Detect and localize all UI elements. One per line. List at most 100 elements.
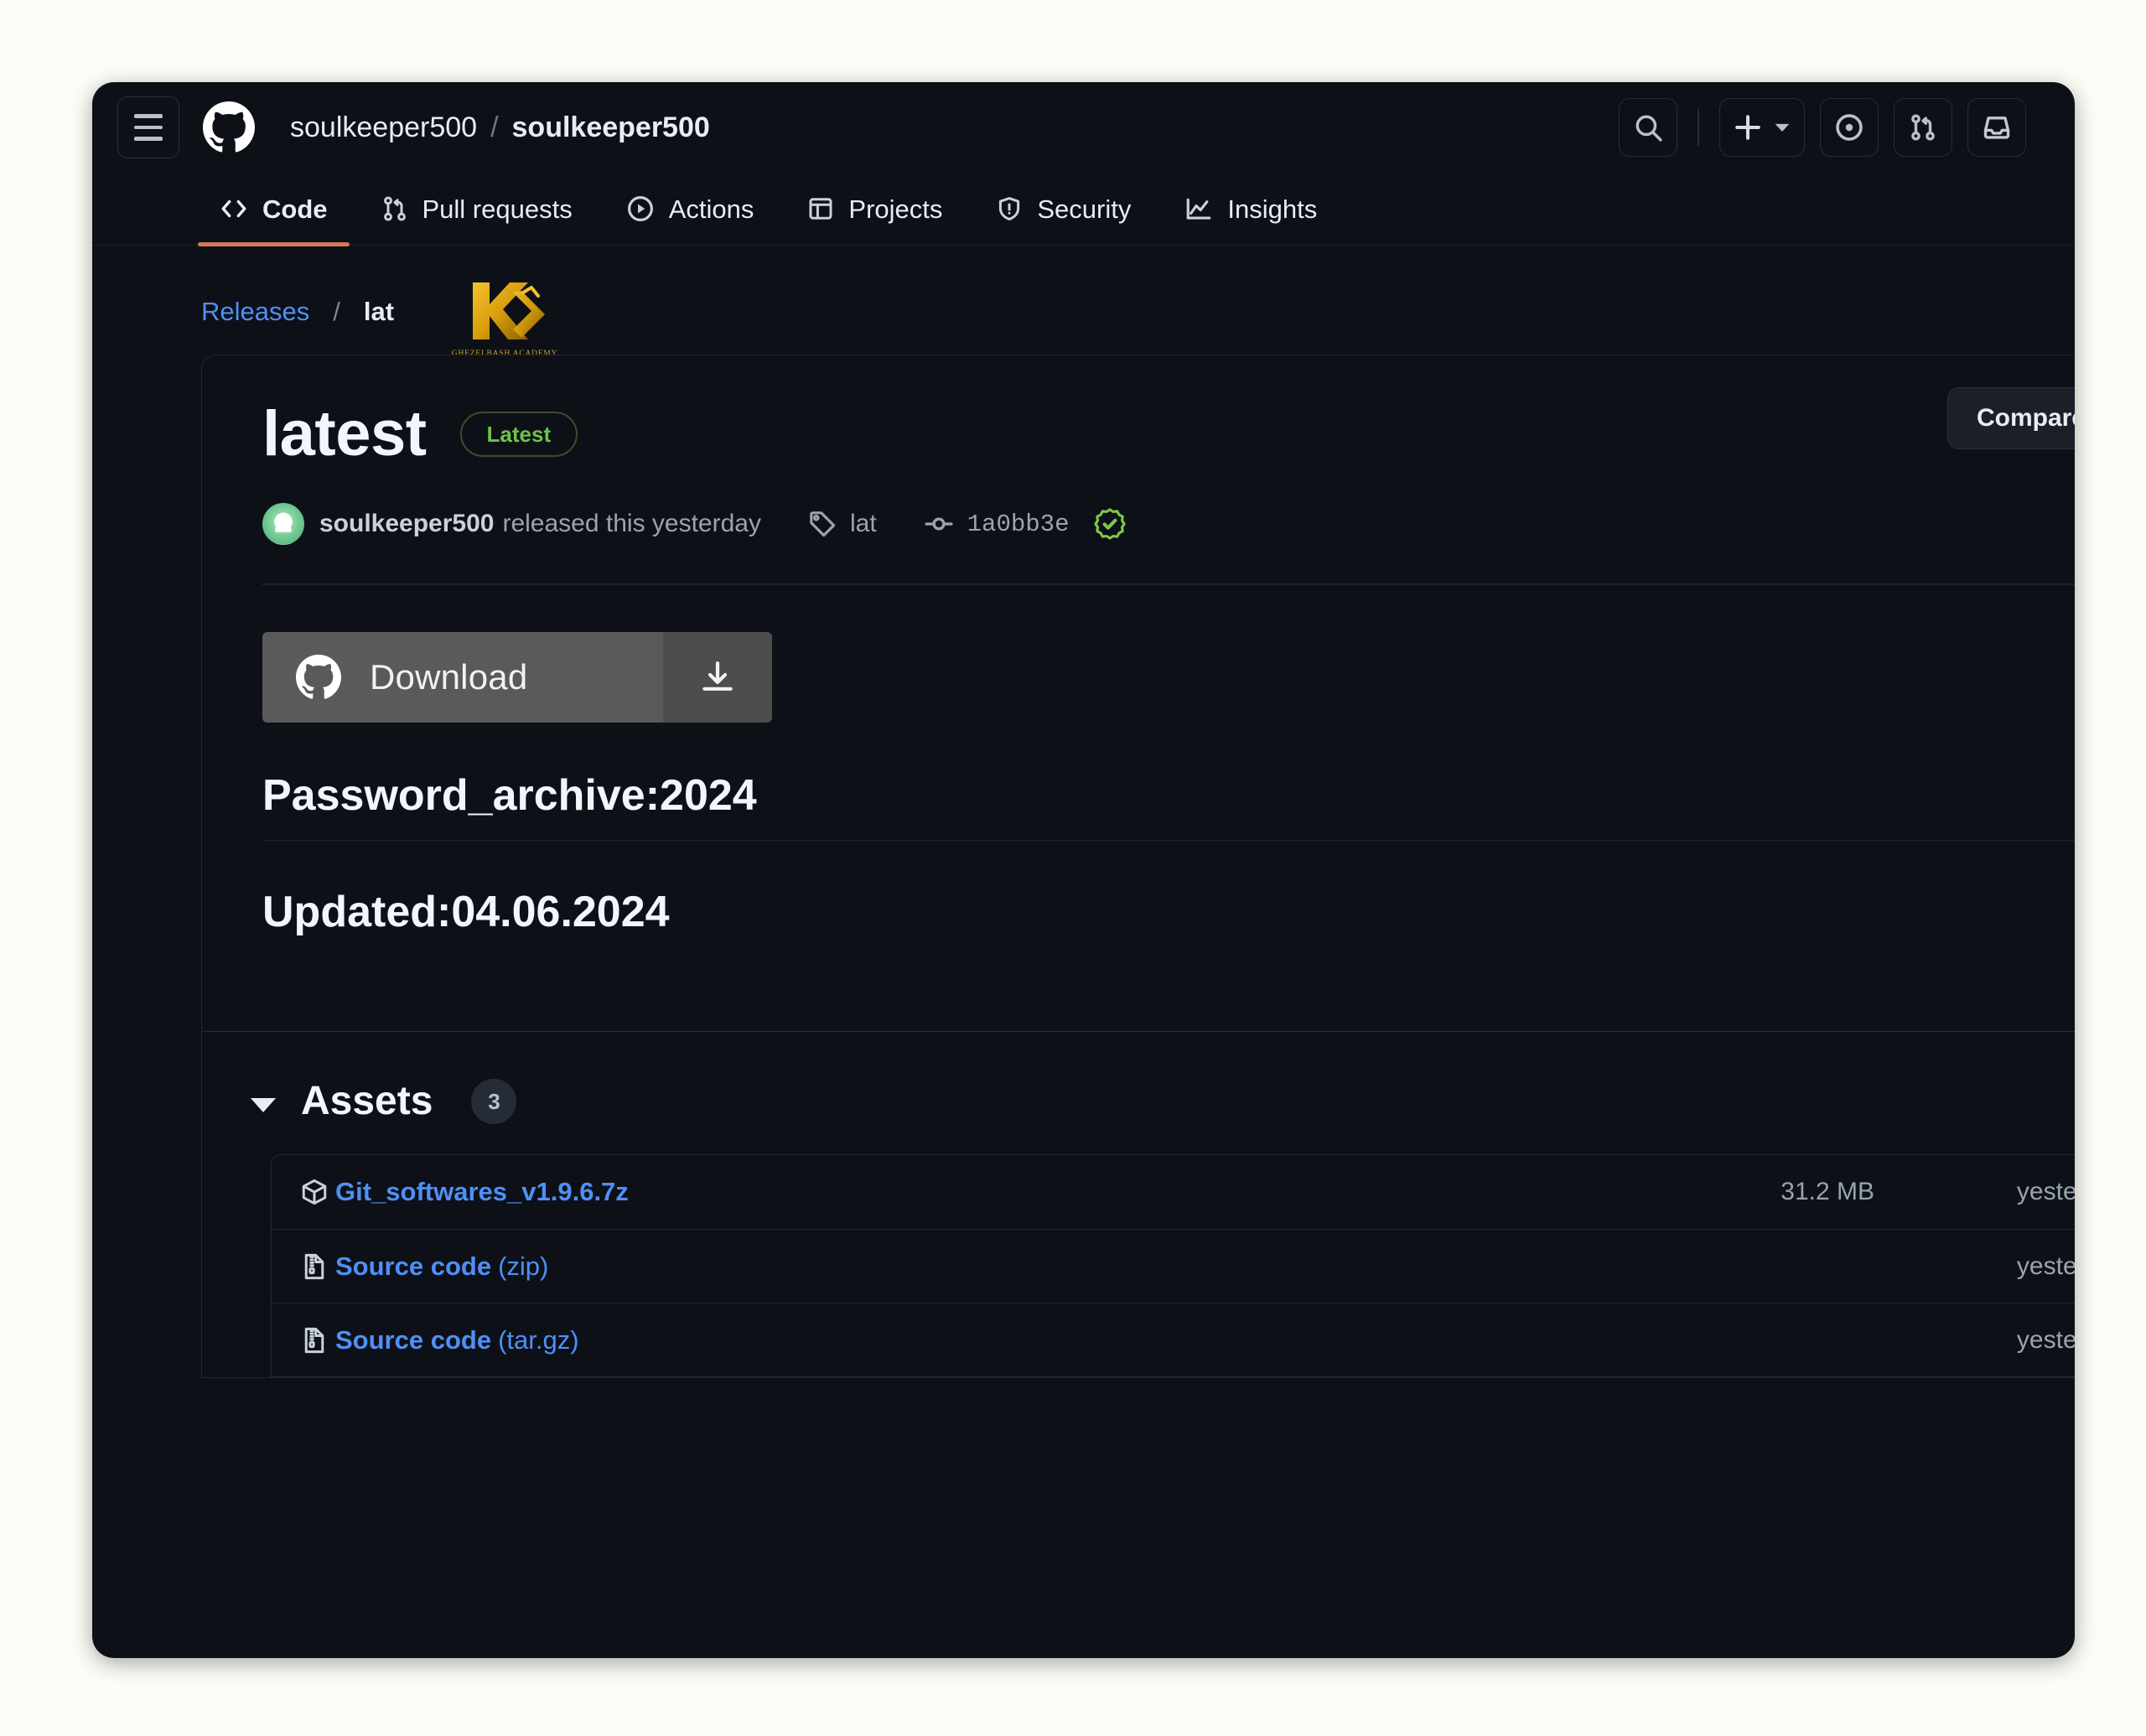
asset-name-label: Source code <box>335 1251 492 1281</box>
release-meta: ♟ soulkeeper500 released this yesterday … <box>262 466 2075 545</box>
asset-date: yesterday <box>2016 1251 2075 1280</box>
global-header: soulkeeper500 / soulkeeper500 <box>92 82 2075 173</box>
create-new-button[interactable] <box>1719 98 1805 157</box>
tab-security-label: Security <box>1037 194 1132 224</box>
issue-opened-icon <box>1834 112 1864 143</box>
search-button[interactable] <box>1619 98 1677 157</box>
release-body: Password_archive:2024 Updated:04.06.2024 <box>202 723 2075 957</box>
table-row[interactable]: Source code (tar.gz) yesterday <box>272 1303 2075 1376</box>
release-divider <box>262 583 2075 585</box>
release-published-text: released this yesterday <box>502 510 761 537</box>
release-header: latest Latest Compare ♟ soulkeeper500 re… <box>202 355 2075 585</box>
tab-code[interactable]: Code <box>193 173 355 246</box>
asset-name-label: Source code <box>335 1324 492 1355</box>
asset-link[interactable]: Source code (zip) <box>300 1251 548 1282</box>
breadcrumb: Releases / lat GHEZELBASH ACADEMY <box>92 246 2075 358</box>
repo-nav: Code Pull requests Actions Projects Secu… <box>92 173 2075 246</box>
tab-insights-label: Insights <box>1227 194 1318 224</box>
chevron-down-icon <box>1774 119 1791 136</box>
assets-header[interactable]: Assets 3 <box>251 1079 2075 1125</box>
latest-badge: Latest <box>459 412 578 457</box>
asset-link[interactable]: Git_softwares_v1.9.6.7z <box>300 1177 635 1207</box>
search-icon <box>1634 113 1662 142</box>
breadcrumb-separator: / <box>490 111 499 143</box>
asset-name-suffix: (tar.gz) <box>498 1324 579 1355</box>
asset-date: yesterday <box>2016 1178 2075 1206</box>
tab-projects-label: Projects <box>848 194 943 224</box>
release-title-row: latest Latest <box>262 402 2075 466</box>
github-logo-icon[interactable] <box>203 101 255 153</box>
assets-section: Assets 3 Git_softwares_v1.9.6.7z 31.2 MB… <box>202 1032 2075 1378</box>
hamburger-menu-icon[interactable] <box>117 96 179 158</box>
pull-requests-button[interactable] <box>1894 98 1952 157</box>
compare-button[interactable]: Compare <box>1946 387 2075 449</box>
assets-title: Assets <box>301 1079 433 1124</box>
release-tag-label: lat <box>849 510 877 537</box>
tag-icon <box>808 510 837 538</box>
code-icon <box>220 194 248 223</box>
ghezelbash-academy-logo: GHEZELBASH ACADEMY <box>452 271 557 363</box>
asset-name-suffix: (zip) <box>498 1251 549 1281</box>
tab-actions-label: Actions <box>668 194 754 224</box>
release-author[interactable]: soulkeeper500 <box>319 510 494 538</box>
breadcrumb-releases-link[interactable]: Releases <box>201 297 309 327</box>
heading-rule <box>262 839 2075 842</box>
breadcrumb-separator: / <box>333 297 340 326</box>
asset-date: yesterday <box>2016 1325 2075 1354</box>
release-commit[interactable]: 1a0bb3e <box>924 508 1127 540</box>
asset-link[interactable]: Source code (tar.gz) <box>300 1325 579 1355</box>
table-icon <box>807 195 834 222</box>
tab-security[interactable]: Security <box>969 173 1158 245</box>
download-section: Download <box>202 585 2075 723</box>
assets-list: Git_softwares_v1.9.6.7z 31.2 MB yesterda… <box>271 1154 2075 1378</box>
download-action-button[interactable] <box>663 631 772 723</box>
release-tag[interactable]: lat <box>808 510 877 538</box>
release-title: latest <box>262 398 427 469</box>
package-icon <box>300 1178 329 1206</box>
header-breadcrumb: soulkeeper500 / soulkeeper500 <box>290 111 710 144</box>
table-row[interactable]: Git_softwares_v1.9.6.7z 31.2 MB yesterda… <box>272 1155 2075 1229</box>
notifications-button[interactable] <box>1967 98 2026 157</box>
breadcrumb-repo[interactable]: soulkeeper500 <box>512 111 710 144</box>
graph-icon <box>1184 194 1213 223</box>
issues-button[interactable] <box>1820 98 1879 157</box>
git-pull-request-icon <box>1909 113 1937 142</box>
tab-insights[interactable]: Insights <box>1158 173 1344 245</box>
tab-code-label: Code <box>262 194 328 224</box>
git-pull-request-icon <box>381 195 408 222</box>
github-logo-icon <box>296 654 341 700</box>
file-zip-icon <box>300 1252 329 1281</box>
avatar[interactable]: ♟ <box>262 503 304 545</box>
header-actions <box>1619 98 2026 157</box>
tab-pull-requests-label: Pull requests <box>422 194 573 224</box>
browser-window: soulkeeper500 / soulkeeper500 Code Pull … <box>92 82 2075 1658</box>
file-zip-icon <box>300 1326 329 1355</box>
release-body-heading-2: Updated:04.06.2024 <box>262 888 670 937</box>
download-button-main[interactable]: Download <box>262 631 663 723</box>
tab-actions[interactable]: Actions <box>599 173 781 245</box>
tab-pull-requests[interactable]: Pull requests <box>355 173 599 245</box>
verified-check-icon <box>1094 508 1127 540</box>
header-divider <box>1698 109 1699 146</box>
plus-icon <box>1734 113 1762 142</box>
assets-count-badge: 3 <box>471 1079 517 1125</box>
breadcrumb-owner[interactable]: soulkeeper500 <box>290 111 477 144</box>
breadcrumb-current-tag: lat <box>363 297 395 326</box>
release-body-heading-1: Password_archive:2024 <box>262 770 757 820</box>
inbox-icon <box>1982 112 2012 143</box>
play-circle-icon <box>626 194 655 223</box>
release-commit-sha: 1a0bb3e <box>967 510 1070 538</box>
commit-icon <box>924 509 954 539</box>
asset-size: 31.2 MB <box>1781 1178 1874 1206</box>
tab-projects[interactable]: Projects <box>780 173 969 245</box>
compare-button-label: Compare <box>1976 404 2075 432</box>
release-card: latest Latest Compare ♟ soulkeeper500 re… <box>201 355 2075 1379</box>
releases-page: Releases / lat GHEZELBASH ACADEMY latest… <box>92 246 2075 1379</box>
shield-icon <box>996 195 1023 222</box>
triangle-down-icon[interactable] <box>251 1097 276 1112</box>
download-button-label: Download <box>370 656 528 697</box>
download-button[interactable]: Download <box>262 631 772 723</box>
download-icon <box>697 657 738 697</box>
table-row[interactable]: Source code (zip) yesterday <box>272 1229 2075 1303</box>
asset-name-label: Git_softwares_v1.9.6.7z <box>335 1177 629 1207</box>
